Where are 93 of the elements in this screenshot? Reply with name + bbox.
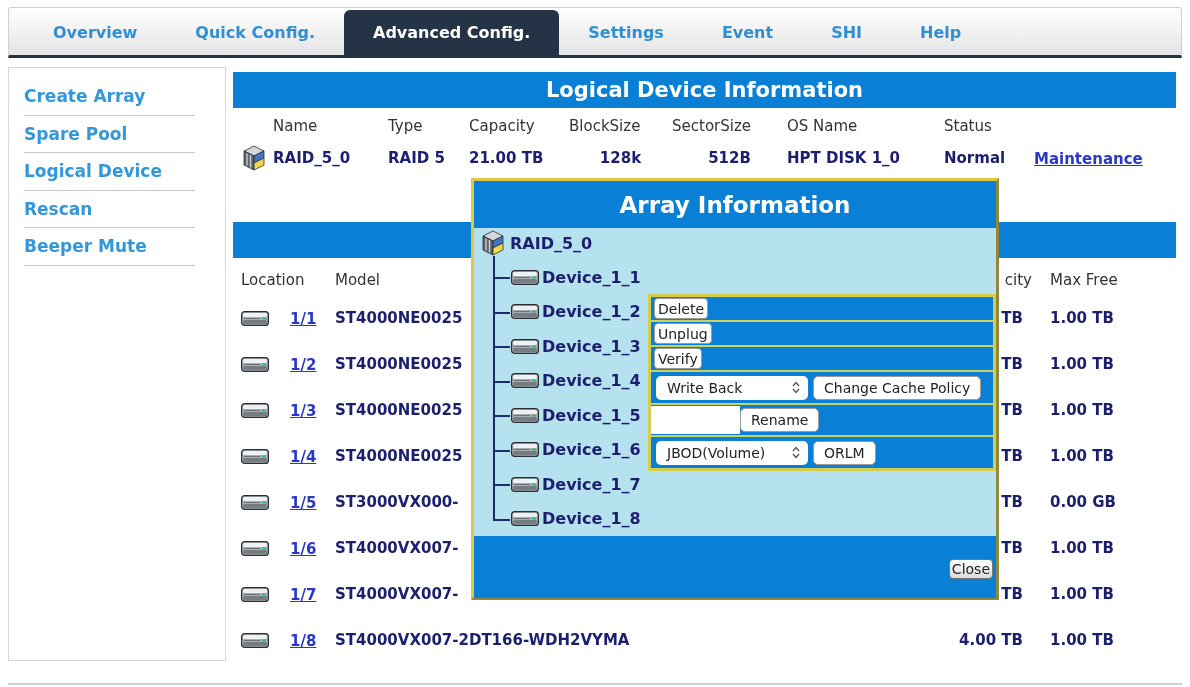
column-header: BlockSize [569,117,641,135]
tree-node-label[interactable]: Device_1_7 [542,474,641,494]
location-link[interactable]: 1/5 [290,493,317,512]
table-cell: TB [1001,355,1023,373]
table-cell: TB [1001,539,1023,557]
table-cell: RAID_5_0 [273,149,351,167]
disk-drive-icon [511,476,539,492]
tree-node-label[interactable]: Device_1_3 [542,336,641,356]
close-button[interactable]: Close [948,559,993,579]
table-cell: Normal [944,149,1006,167]
tree-node-label[interactable]: Device_1_5 [542,405,641,425]
table-cell: ST4000VX007- [335,539,459,557]
table-cell: RAID 5 [388,149,445,167]
tree-node-label[interactable]: Device_1_4 [542,371,641,391]
nav-tab[interactable]: Advanced Config. [344,10,560,55]
up-down-chevron-icon [792,446,800,459]
disk-drive-icon [241,356,269,372]
disk-drive-icon [241,586,269,602]
table-cell: TB [1001,447,1023,465]
column-header: OS Name [787,117,858,135]
table-cell: TB [1001,493,1023,511]
disk-drive-icon [511,407,539,423]
table-cell: 1.00 TB [1050,539,1114,557]
disk-drive-icon [511,442,539,458]
dialog-title-bar: Array Information [474,181,996,228]
table-cell: 1.00 TB [1050,401,1114,419]
action-button[interactable]: Rename [740,408,820,432]
tree-node-label[interactable]: Device_1_2 [542,302,641,322]
text-input-field[interactable] [651,406,740,434]
action-button[interactable]: Delete [654,298,708,319]
column-header: Status [944,117,992,135]
column-header: Name [273,117,318,135]
table-cell: 1.00 TB [1050,447,1114,465]
location-link[interactable]: 1/7 [290,585,317,604]
dropdown-select[interactable]: JBOD(Volume) [656,440,808,465]
table-cell: ST4000NE0025 [335,355,463,373]
table-cell: 21.00 TB [469,149,544,167]
tree-node-label[interactable]: Device_1_8 [542,509,641,529]
tree-node-label[interactable]: Device_1_1 [542,267,641,287]
table-cell: 1.00 TB [1050,631,1114,649]
table-cell: ST3000VX000- [335,493,459,511]
table-cell: 1.00 TB [1050,585,1114,603]
disk-drive-icon [241,540,269,556]
location-link[interactable]: 1/1 [290,309,317,328]
disk-drive-icon [241,632,269,648]
disk-drive-icon [241,402,269,418]
table-cell: ST4000NE0025 [335,309,463,327]
column-header: Max Free [1050,271,1118,289]
column-header: city [1004,271,1032,289]
disk-drive-icon [511,304,539,320]
disk-array-icon [243,145,265,171]
table-cell: ST4000NE0025 [335,447,463,465]
location-link[interactable]: 1/4 [290,447,317,466]
disk-drive-icon [241,448,269,464]
action-button[interactable]: ORLM [813,440,876,465]
maintenance-link[interactable]: Maintenance [1034,149,1143,168]
table-cell: TB [1001,401,1023,419]
column-header: Location [241,271,305,289]
table-cell: TB [1001,585,1023,603]
location-link[interactable]: 1/6 [290,539,317,558]
up-down-chevron-icon [792,381,800,394]
disk-drive-icon [511,269,539,285]
dropdown-select[interactable]: Write Back [656,375,808,400]
tree-node-label[interactable]: Device_1_6 [542,440,641,460]
table-cell: 0.00 GB [1050,493,1116,511]
disk-drive-icon [511,338,539,354]
table-cell: 1.00 TB [1050,309,1114,327]
disk-drive-icon [511,373,539,389]
table-cell: ST4000NE0025 [335,401,463,419]
disk-drive-icon [511,511,539,527]
column-header: Type [388,117,423,135]
table-cell: 512B [708,149,751,167]
location-link[interactable]: 1/2 [290,355,317,374]
disk-drive-icon [241,494,269,510]
table-cell: ST4000VX007- [335,585,459,603]
action-button[interactable]: Change Cache Policy [813,375,982,400]
column-header: Model [335,271,381,289]
disk-array-icon [481,230,505,256]
column-header: SectorSize [672,117,751,135]
location-link[interactable]: 1/8 [290,631,317,650]
column-header: Capacity [469,117,535,135]
location-link[interactable]: 1/3 [290,401,317,420]
table-cell: HPT DISK 1_0 [787,149,901,167]
section-title-bar: Logical Device Information [233,72,1176,108]
action-button[interactable]: Verify [654,348,702,369]
table-cell: TB [1001,309,1023,327]
tree-node-label[interactable]: RAID_5_0 [510,233,593,253]
table-cell: 128k [599,149,642,167]
table-cell: 4.00 TB [959,631,1023,649]
table-cell: ST4000VX007-2DT166-WDH2VYMA [335,631,630,649]
action-button[interactable]: Unplug [654,323,712,344]
table-cell: 1.00 TB [1050,355,1114,373]
disk-drive-icon [241,310,269,326]
